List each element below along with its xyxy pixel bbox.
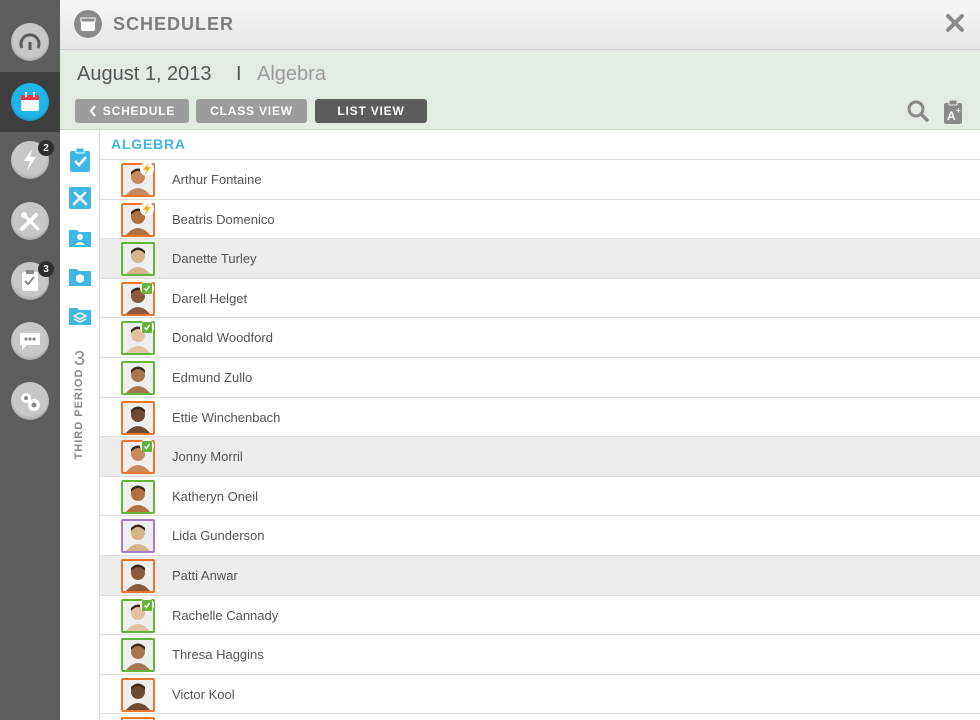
- student-avatar: [121, 400, 155, 435]
- settings-icon: [11, 382, 49, 420]
- student-row[interactable]: Thresa Haggins: [100, 635, 980, 675]
- student-list: ALGEBRA Arthur Fontaine Beatris Domenico D…: [100, 130, 980, 720]
- student-avatar: [121, 479, 155, 514]
- gradebook-badge: 3: [38, 261, 54, 277]
- folder-stack-icon[interactable]: [68, 304, 92, 328]
- student-name: Beatris Domenico: [172, 211, 275, 227]
- student-avatar: [121, 360, 155, 395]
- student-name: Donald Woodford: [172, 330, 273, 346]
- clipboard-check-icon[interactable]: [68, 147, 92, 172]
- list-view-button-label: LIST VIEW: [337, 104, 405, 118]
- context-bar: August 1, 2013 I Algebra SCHEDULE CLASS …: [60, 50, 980, 130]
- gauge-icon: [11, 23, 49, 61]
- student-name: Danette Turley: [172, 251, 257, 267]
- class-view-button-label: CLASS VIEW: [210, 104, 293, 118]
- student-name: Darell Helget: [172, 290, 248, 306]
- folder-user-icon[interactable]: [68, 226, 92, 250]
- student-name: Jonny Morril: [172, 449, 243, 465]
- folder-box-icon[interactable]: [68, 265, 92, 289]
- student-avatar: [121, 242, 155, 277]
- app-header: SCHEDULER: [60, 0, 980, 50]
- class-view-button[interactable]: CLASS VIEW: [196, 99, 307, 123]
- student-row[interactable]: Patti Anwar: [100, 555, 980, 596]
- rail-item-scheduler[interactable]: [0, 72, 60, 132]
- list-view-button[interactable]: LIST VIEW: [315, 99, 427, 123]
- student-row[interactable]: Victor Kool: [100, 674, 980, 715]
- grade-clipboard-icon[interactable]: A +: [942, 99, 966, 124]
- calendar-icon: [74, 10, 102, 38]
- student-name: Edmund Zullo: [172, 369, 253, 385]
- student-row[interactable]: Danette Turley: [100, 239, 980, 279]
- chat-icon: [11, 322, 49, 360]
- period-toolbar: 3 THIRD PERIOD: [60, 130, 100, 720]
- app-rail: 2 3: [0, 0, 60, 720]
- rail-item-alerts[interactable]: 2: [0, 130, 60, 190]
- calendar-icon: [11, 83, 49, 121]
- student-name: Victor Kool: [172, 686, 235, 702]
- student-row[interactable]: Ettie Winchenbach: [100, 397, 980, 438]
- student-avatar: [121, 558, 155, 593]
- search-icon[interactable]: [906, 99, 930, 123]
- rail-item-dashboard[interactable]: [0, 12, 60, 72]
- student-name: Patti Anwar: [172, 567, 238, 583]
- rail-item-tools[interactable]: [0, 191, 60, 251]
- student-row[interactable]: Lida Gunderson: [100, 516, 980, 556]
- tools-icon[interactable]: [68, 186, 92, 210]
- student-row[interactable]: Jonny Morril: [100, 437, 980, 477]
- lightning-icon: [140, 162, 154, 176]
- rail-item-messages[interactable]: [0, 311, 60, 371]
- clipboard-check-icon: [140, 597, 154, 612]
- clipboard-check-icon: [140, 439, 154, 454]
- clipboard-check-icon: [140, 280, 154, 295]
- student-avatar: [121, 519, 155, 554]
- lightning-icon: [140, 201, 154, 216]
- student-avatar: [121, 677, 155, 712]
- student-row[interactable]: Donald Woodford: [100, 318, 980, 358]
- student-name: Thresa Haggins: [172, 647, 264, 663]
- tools-icon: [11, 202, 49, 240]
- student-avatar: [121, 638, 155, 673]
- list-title: ALGEBRA: [100, 130, 980, 160]
- schedule-button[interactable]: SCHEDULE: [75, 99, 189, 123]
- chevron-left-icon: [89, 105, 96, 117]
- student-name: Rachelle Cannady: [172, 607, 279, 623]
- student-row[interactable]: Edmund Zullo: [100, 357, 980, 398]
- rail-item-settings[interactable]: [0, 371, 60, 431]
- student-name: Lida Gunderson: [172, 528, 265, 544]
- clipboard-check-icon: [140, 320, 154, 335]
- close-icon[interactable]: [944, 12, 966, 34]
- svg-text:+: +: [956, 106, 961, 115]
- student-name: Katheryn Oneil: [172, 488, 258, 504]
- rail-item-gradebook[interactable]: 3: [0, 251, 60, 311]
- period-label: THIRD PERIOD: [73, 368, 85, 460]
- title-separator: I: [236, 63, 242, 85]
- student-row[interactable]: Katheryn Oneil: [100, 476, 980, 517]
- student-row[interactable]: Arthur Fontaine: [100, 160, 980, 200]
- schedule-button-label: SCHEDULE: [102, 104, 176, 118]
- page-title: SCHEDULER: [113, 14, 235, 34]
- student-row[interactable]: Rachelle Cannady: [100, 595, 980, 636]
- student-name: Arthur Fontaine: [172, 172, 262, 187]
- student-row[interactable]: [100, 714, 980, 720]
- subject-name: Algebra: [257, 63, 326, 85]
- student-row[interactable]: Beatris Domenico: [100, 199, 980, 240]
- student-name: Ettie Winchenbach: [172, 409, 281, 425]
- svg-text:A: A: [947, 109, 956, 123]
- student-row[interactable]: Darell Helget: [100, 278, 980, 319]
- schedule-date: August 1, 2013: [77, 63, 212, 85]
- alerts-badge: 2: [38, 140, 54, 156]
